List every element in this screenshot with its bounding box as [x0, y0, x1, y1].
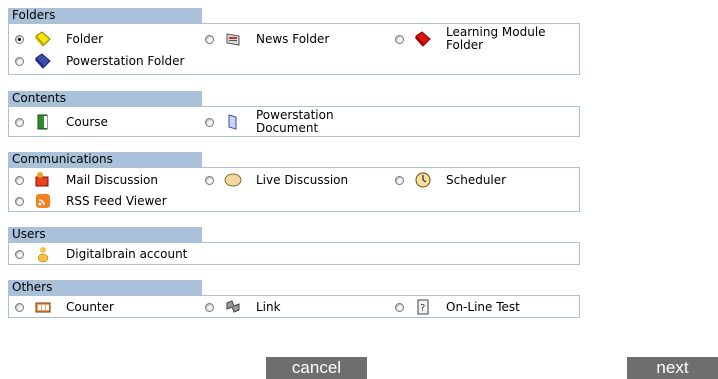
option-label: News Folder: [256, 31, 330, 46]
red-folder-icon: [415, 31, 431, 47]
radio-button[interactable]: [395, 34, 404, 44]
section-title: Contents: [8, 91, 202, 106]
radio-button[interactable]: [15, 117, 24, 127]
counter-icon: [35, 302, 51, 313]
option-label: On-Line Test: [446, 299, 520, 314]
radio-button[interactable]: [205, 302, 214, 312]
green-book-icon: [37, 114, 48, 130]
option-label: Counter: [66, 299, 114, 314]
radio-button[interactable]: [15, 34, 24, 44]
section-communications: Communications Mail Discussion Live Disc…: [8, 152, 580, 212]
section-title: Folders: [8, 8, 202, 23]
section-title: Others: [8, 280, 202, 295]
svg-text:?: ?: [420, 303, 425, 314]
radio-button[interactable]: [15, 56, 24, 66]
option-label: Learning Module Folder: [446, 25, 546, 52]
option-digitalbrain-account[interactable]: Digitalbrain account: [15, 244, 187, 264]
yellow-folder-icon: [35, 31, 51, 47]
link-icon: [226, 300, 240, 313]
option-counter[interactable]: Counter: [15, 297, 114, 317]
option-on-line-test[interactable]: ? On-Line Test: [395, 297, 520, 317]
blue-document-icon: [228, 114, 237, 130]
next-button[interactable]: next: [627, 357, 718, 379]
option-label: Course: [66, 114, 108, 129]
radio-button[interactable]: [205, 117, 214, 127]
radio-button[interactable]: [15, 249, 24, 259]
radio-button[interactable]: [15, 196, 24, 206]
clock-icon: [415, 172, 431, 188]
option-scheduler[interactable]: Scheduler: [395, 170, 506, 190]
section-others: Others Counter Link ? On-Line Test: [8, 280, 580, 318]
option-label: RSS Feed Viewer: [66, 193, 167, 208]
option-label: Mail Discussion: [66, 172, 159, 187]
option-news-folder[interactable]: News Folder: [205, 29, 329, 49]
chat-bubble-icon: [224, 173, 242, 187]
option-live-discussion[interactable]: Live Discussion: [205, 170, 348, 190]
option-folder[interactable]: Folder: [15, 29, 103, 49]
section-box: Counter Link ? On-Line Test: [8, 295, 580, 318]
option-label: Powerstation Document: [256, 108, 334, 135]
section-folders: Folders Folder News Folder Learning Modu…: [8, 8, 580, 75]
test-icon: ?: [417, 299, 429, 315]
option-learning-module-folder[interactable]: Learning Module Folder: [395, 25, 566, 52]
section-users: Users Digitalbrain account: [8, 227, 580, 265]
radio-button[interactable]: [205, 34, 214, 44]
option-label: Folder: [66, 31, 104, 46]
section-box: Digitalbrain account: [8, 242, 580, 265]
option-label: Link: [256, 299, 281, 314]
section-title: Users: [8, 227, 202, 242]
option-label: Scheduler: [446, 172, 507, 187]
option-label: Live Discussion: [256, 172, 349, 187]
radio-button[interactable]: [205, 175, 214, 185]
option-course[interactable]: Course: [15, 112, 108, 132]
option-rss-feed-viewer[interactable]: RSS Feed Viewer: [15, 191, 167, 211]
radio-button[interactable]: [395, 175, 404, 185]
section-box: Mail Discussion Live Discussion Schedule…: [8, 167, 580, 212]
news-folder-icon: [226, 33, 240, 46]
section-title: Communications: [8, 152, 202, 167]
radio-button[interactable]: [395, 302, 404, 312]
cancel-button[interactable]: cancel: [266, 357, 367, 379]
radio-button[interactable]: [15, 175, 24, 185]
section-box: Folder News Folder Learning Module Folde…: [8, 23, 580, 75]
mail-icon: [35, 172, 49, 187]
radio-button[interactable]: [15, 302, 24, 312]
section-contents: Contents Course Powerstation Document: [8, 91, 580, 137]
option-powerstation-document[interactable]: Powerstation Document: [205, 108, 356, 135]
option-mail-discussion[interactable]: Mail Discussion: [15, 170, 158, 190]
user-icon: [37, 247, 49, 263]
option-link[interactable]: Link: [205, 297, 281, 317]
option-powerstation-folder[interactable]: Powerstation Folder: [15, 51, 184, 71]
blue-folder-icon: [35, 53, 51, 69]
option-label: Powerstation Folder: [66, 53, 185, 68]
rss-icon: [36, 194, 50, 208]
section-box: Course Powerstation Document: [8, 106, 580, 137]
option-label: Digitalbrain account: [66, 246, 188, 261]
